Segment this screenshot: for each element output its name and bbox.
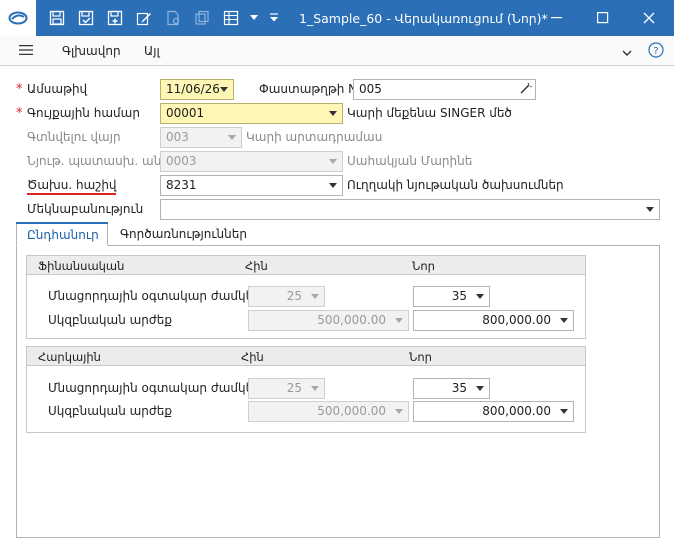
comment-label: Մեկնաբանություն [27, 202, 144, 216]
column-new-header: Նոր [409, 350, 432, 364]
chevron-down-icon [395, 318, 403, 323]
app-logo-icon [0, 0, 36, 36]
doc-number-field[interactable]: 005 [353, 79, 536, 100]
chevron-down-icon[interactable] [560, 409, 568, 414]
auto-number-icon[interactable] [519, 82, 532, 98]
maximize-button[interactable] [580, 0, 626, 36]
required-marker: * [16, 82, 23, 97]
group-header: Հարկային Հին Նոր [27, 347, 585, 366]
customize-toolbar-icon[interactable] [263, 0, 285, 36]
chevron-down-icon[interactable] [646, 207, 654, 212]
group-title: Հարկային [38, 350, 101, 364]
responsible-description: Սահակյան Մարինե [347, 154, 473, 168]
inventory-number-label: Գույքային համար [27, 106, 140, 120]
chevron-down-icon [311, 386, 319, 391]
initial-cost-old-field: 500,000.00 [248, 310, 409, 331]
menu-main[interactable]: Գլխավոր [62, 44, 121, 58]
table-view-icon[interactable] [216, 0, 245, 36]
chevron-down-icon[interactable] [220, 87, 228, 92]
group-title: Ֆինանսական [38, 259, 125, 273]
column-new-header: Նոր [412, 259, 435, 273]
error-underline [27, 193, 116, 195]
chevron-down-icon [395, 409, 403, 414]
remaining-life-old-field: 25 [248, 286, 325, 307]
title-bar: 1_Sample_60 - Վերակառուցում (Նոր)* [0, 0, 674, 36]
doc-number-label: Փաստաթղթի N [259, 82, 358, 96]
date-label: Ամսաթիվ [27, 82, 88, 96]
chevron-down-icon[interactable] [476, 386, 484, 391]
inventory-number-field[interactable]: 00001 [160, 103, 343, 124]
location-label: Գտնվելու վայր [27, 130, 121, 144]
initial-cost-old-field: 500,000.00 [248, 401, 409, 422]
remaining-life-old-field: 25 [248, 378, 325, 399]
save-icon[interactable] [42, 0, 71, 36]
group-header: Ֆինանսական Հին Նոր [27, 256, 585, 275]
responsible-label: Նյութ. պատասխ. անձ [27, 154, 169, 168]
close-button[interactable] [626, 0, 672, 36]
chevron-down-icon[interactable] [476, 294, 484, 299]
location-description: Կարի արտադրամաս [246, 130, 383, 144]
chevron-down-icon[interactable] [329, 111, 337, 116]
menu-bar: Գլխավոր Այլ ? [0, 36, 674, 66]
required-marker: * [16, 106, 23, 121]
chevron-down-icon[interactable] [245, 0, 263, 36]
initial-cost-new-field[interactable]: 800,000.00 [413, 310, 574, 331]
chevron-down-icon[interactable] [560, 318, 568, 323]
document-icon [158, 0, 187, 36]
window-title: 1_Sample_60 - Վերակառուցում (Նոր)* [299, 10, 548, 26]
expense-account-label: Ծախս. հաշիվ [27, 178, 117, 192]
remaining-life-new-field[interactable]: 35 [413, 378, 490, 399]
expense-account-description: Ուղղակի նյութական ծախսումներ [347, 178, 564, 192]
menu-other[interactable]: Այլ [144, 44, 160, 58]
column-old-header: Հին [245, 259, 268, 273]
tab-operations[interactable]: Գործառնություններ [110, 222, 257, 246]
initial-cost-new-field[interactable]: 800,000.00 [413, 401, 574, 422]
collapse-ribbon-icon[interactable] [622, 46, 632, 60]
chevron-down-icon [329, 159, 337, 164]
responsible-field: 0003 [160, 151, 343, 172]
save-and-new-icon[interactable] [100, 0, 129, 36]
expense-account-field[interactable]: 8231 [160, 175, 343, 196]
help-icon[interactable]: ? [648, 42, 664, 61]
hamburger-menu-icon[interactable] [19, 44, 34, 59]
column-old-header: Հին [241, 350, 264, 364]
tab-general[interactable]: Ընդհանուր [16, 222, 108, 246]
initial-cost-label: Սկզբնական արժեք [48, 404, 173, 418]
chevron-down-icon [311, 294, 319, 299]
initial-cost-label: Սկզբնական արժեք [48, 313, 173, 327]
comment-field[interactable] [160, 199, 660, 220]
inventory-description: Կարի մեքենա SINGER մեծ [347, 106, 512, 120]
active-tab-indicator [16, 222, 108, 224]
minimize-button[interactable] [534, 0, 580, 36]
copy-icon [187, 0, 216, 36]
chevron-down-icon[interactable] [329, 183, 337, 188]
edit-icon[interactable] [129, 0, 158, 36]
date-field[interactable]: 11/06/26 [160, 79, 234, 100]
save-and-close-icon[interactable] [71, 0, 100, 36]
remaining-life-label: Մնացորդային օգտակար ժամկետ [48, 289, 265, 303]
remaining-life-label: Մնացորդային օգտակար ժամկետ [48, 381, 265, 395]
remaining-life-new-field[interactable]: 35 [413, 286, 490, 307]
location-field: 003 [160, 127, 242, 148]
svg-text:?: ? [653, 46, 658, 57]
chevron-down-icon [228, 135, 236, 140]
